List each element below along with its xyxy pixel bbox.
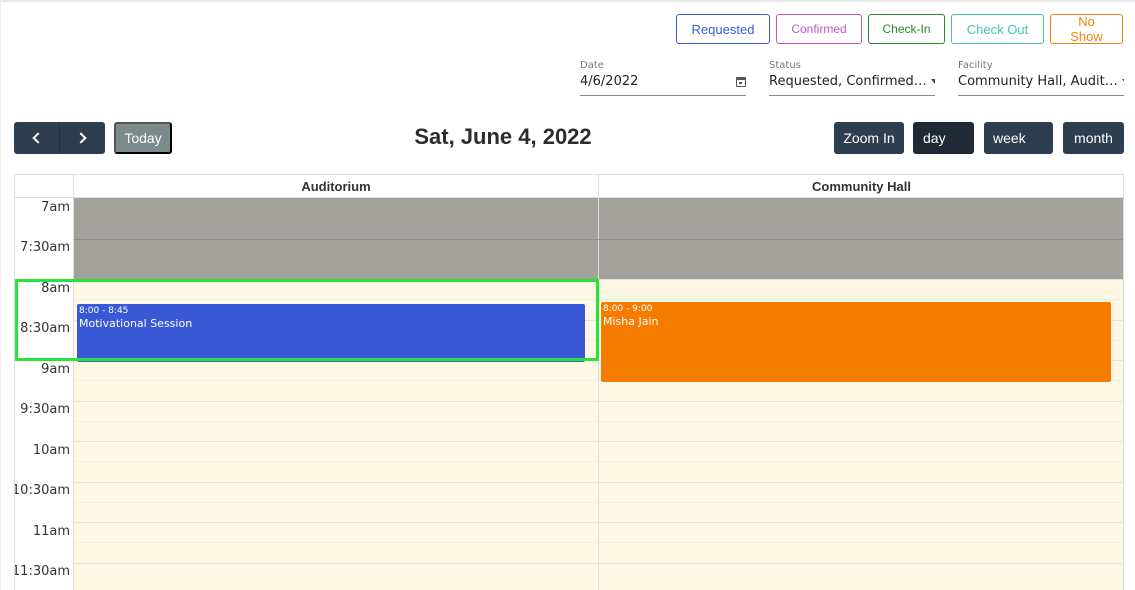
half-slot-line [15, 421, 1123, 422]
resource-header-community-hall: Community Hall [599, 175, 1123, 198]
date-filter-label: Date [580, 60, 604, 71]
month-view-button[interactable]: month [1063, 122, 1124, 154]
facility-select[interactable]: Community Hall, Audit… [958, 74, 1124, 96]
requested-status-button[interactable]: Requested [676, 14, 770, 44]
event-misha-jain[interactable]: 8:00 - 9:00 Misha Jain [601, 302, 1111, 382]
time-slot-label: 9am [41, 362, 70, 377]
time-slot-label: 8:30am [20, 321, 70, 336]
time-slot-label: 7:30am [20, 240, 70, 255]
date-value: 4/6/2022 [580, 74, 639, 89]
time-gutter-header [15, 175, 74, 198]
noshow-status-button[interactable]: No Show [1050, 14, 1123, 44]
week-view-button[interactable]: week [984, 122, 1053, 154]
slot-line [15, 401, 1123, 402]
slot-line [15, 522, 1123, 523]
day-calendar-grid: Auditorium Community Hall 7am 7:30am 8am… [14, 174, 1124, 590]
time-slot-label: 10:30am [14, 483, 70, 498]
facility-value: Community Hall, Audit… [958, 74, 1118, 89]
confirmed-status-button[interactable]: Confirmed [776, 14, 862, 44]
date-input[interactable]: 4/6/2022 [580, 74, 746, 96]
event-title: Motivational Session [79, 317, 193, 330]
checkin-status-button[interactable]: Check-In [868, 14, 945, 44]
half-slot-line [15, 542, 1123, 543]
checkout-status-button[interactable]: Check Out [951, 14, 1044, 44]
calendar-title: Sat, June 4, 2022 [414, 124, 592, 149]
half-slot-line [15, 502, 1123, 503]
resource-column-community-hall[interactable] [599, 198, 1123, 590]
event-title: Misha Jain [603, 315, 659, 328]
time-slot-label: 7am [41, 200, 70, 215]
chevron-down-icon [1121, 79, 1124, 84]
time-slot-label: 9:30am [20, 402, 70, 417]
slot-line [15, 482, 1123, 483]
status-value: Requested, Confirmed… [769, 74, 927, 89]
resource-header-auditorium: Auditorium [74, 175, 599, 198]
slot-line [74, 239, 1123, 240]
date-filter[interactable]: Date 4/6/2022 [580, 60, 746, 96]
chevron-down-icon [930, 79, 935, 84]
status-select[interactable]: Requested, Confirmed… [769, 74, 935, 96]
day-view-button[interactable]: day [913, 122, 974, 154]
slot-line [15, 279, 1123, 280]
status-filter[interactable]: Status Requested, Confirmed… [769, 60, 935, 96]
time-slot-label: 8am [41, 281, 70, 296]
view-switcher: day week month [913, 122, 1124, 154]
event-motivational-session[interactable]: 8:00 - 8:45 Motivational Session [77, 304, 585, 362]
calendar-app: Requested Confirmed Check-In Check Out N… [0, 0, 1135, 590]
status-legend: Requested Confirmed Check-In Check Out N… [676, 14, 1123, 44]
status-filter-label: Status [769, 60, 801, 71]
time-slot-label: 11am [32, 524, 70, 539]
resource-column-auditorium[interactable] [74, 198, 599, 590]
time-slot-label: 11:30am [14, 564, 70, 579]
calendar-icon[interactable] [736, 76, 746, 87]
time-slot-label: 10am [32, 443, 70, 458]
facility-filter[interactable]: Facility Community Hall, Audit… [958, 60, 1124, 96]
zoom-in-button[interactable]: Zoom In [834, 122, 904, 154]
slot-line [15, 563, 1123, 564]
calendar-body: 7am 7:30am 8am 8:30am 9am 9:30am 10am 10… [15, 198, 1123, 590]
half-slot-line [15, 299, 1123, 300]
time-gutter: 7am 7:30am 8am 8:30am 9am 9:30am 10am 10… [15, 198, 74, 590]
slot-line [15, 441, 1123, 442]
event-time: 8:00 - 8:45 [79, 306, 129, 316]
event-time: 8:00 - 9:00 [603, 304, 653, 314]
facility-filter-label: Facility [958, 60, 993, 71]
half-slot-line [15, 461, 1123, 462]
